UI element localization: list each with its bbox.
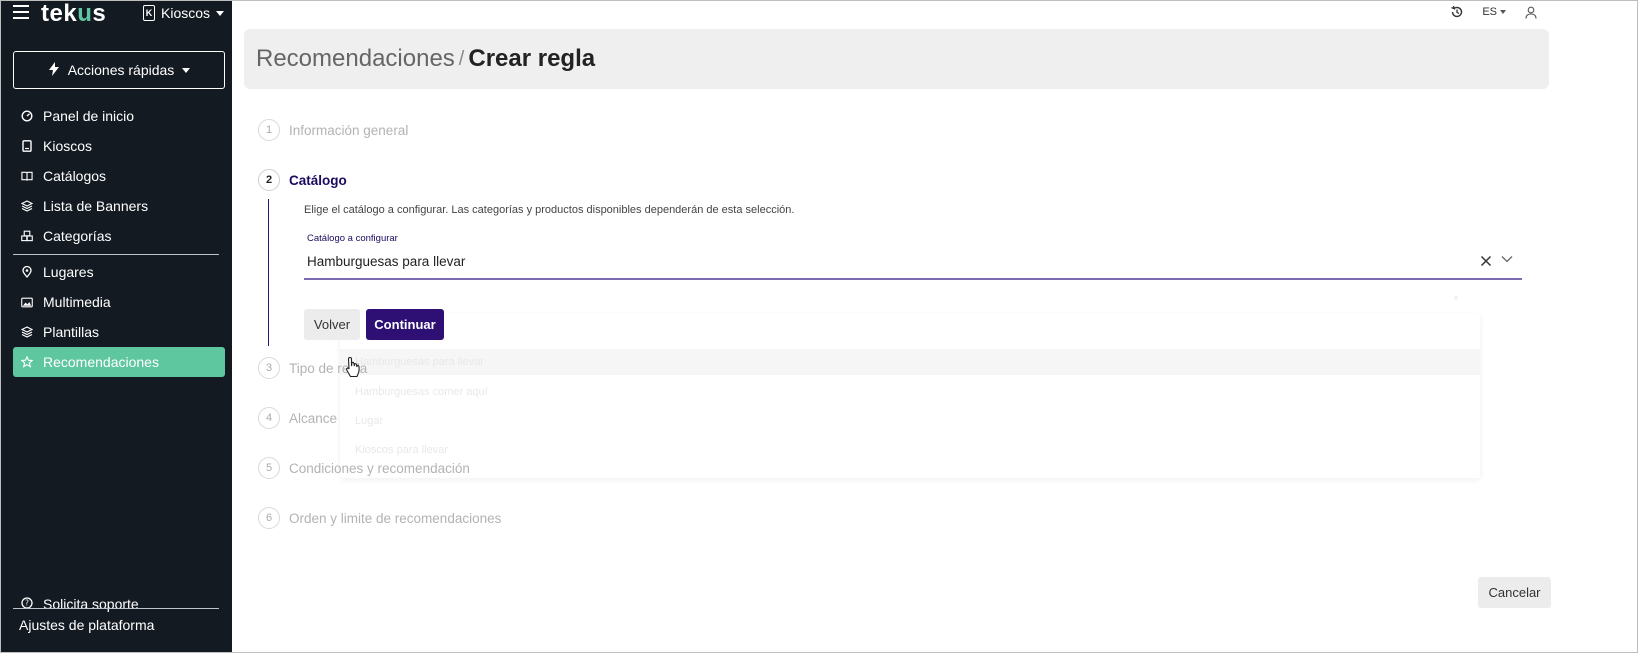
language-selector[interactable]: ES — [1482, 6, 1506, 18]
sidebar-item-banners[interactable]: Lista de Banners — [13, 191, 225, 221]
step-number: 4 — [258, 407, 280, 429]
step-label: Catálogo — [289, 172, 347, 188]
caret-down-icon — [216, 10, 225, 16]
catalog-select-underline — [304, 278, 1522, 280]
quick-actions-button[interactable]: Acciones rápidas — [13, 51, 225, 89]
step-number: 1 — [258, 119, 280, 141]
book-icon — [21, 170, 33, 182]
kiosk-selector[interactable]: K Kioscos — [143, 5, 225, 21]
sidebar-item-recomendaciones[interactable]: Recomendaciones — [13, 347, 225, 377]
layers-icon — [21, 326, 33, 338]
platform-settings-link[interactable]: Ajustes de plataforma — [19, 617, 154, 633]
logo[interactable]: tekus — [41, 0, 106, 28]
caret-down-icon — [1500, 10, 1506, 14]
history-icon[interactable] — [1450, 5, 1464, 19]
sidebar-item-label: Plantillas — [43, 324, 100, 340]
sidebar-item-categorias[interactable]: Categorías — [13, 221, 225, 251]
step-number: 6 — [258, 507, 280, 529]
step-label: Alcance — [289, 410, 338, 426]
star-icon — [21, 356, 33, 368]
quick-actions-label: Acciones rápidas — [67, 62, 175, 78]
close-icon: × — [1453, 293, 1459, 304]
dropdown-option: Kioscos para llevar — [355, 444, 448, 456]
sidebar-item-lugares[interactable]: Lugares — [13, 257, 225, 287]
caret-down-icon — [182, 67, 191, 73]
dropdown-highlight-fading — [340, 349, 1480, 375]
kiosk-icon: K — [143, 5, 155, 21]
lightning-icon — [48, 61, 60, 79]
cancel-button[interactable]: Cancelar — [1478, 577, 1551, 608]
step-label: Condiciones y recomendación — [289, 460, 470, 476]
support-label: Solicita soporte — [43, 596, 139, 612]
layers-icon — [21, 200, 33, 212]
dropdown-option: Hamburguesas para llevar — [355, 356, 485, 368]
sidebar-item-multimedia[interactable]: Multimedia — [13, 287, 225, 317]
sidebar-item-catalogos[interactable]: Catálogos — [13, 161, 225, 191]
step-connector — [268, 199, 269, 346]
step-number: 3 — [258, 357, 280, 379]
kiosk-selector-label: Kioscos — [161, 5, 211, 21]
hand-cursor-icon — [344, 356, 362, 378]
step-6[interactable]: 6 Orden y limite de recomendaciones — [258, 507, 501, 529]
sidebar-item-plantillas[interactable]: Plantillas — [13, 317, 225, 347]
continue-button[interactable]: Continuar — [366, 309, 444, 340]
boxes-icon — [21, 230, 33, 242]
step-description: Elige el catálogo a configurar. Las cate… — [304, 204, 795, 216]
sidebar-item-label: Kioscos — [43, 138, 93, 154]
sidebar-header: tekus K Kioscos — [1, 0, 232, 29]
sidebar-item-label: Catálogos — [43, 168, 107, 184]
top-toolbar: ES — [1450, 5, 1538, 19]
step-label: Información general — [289, 122, 409, 138]
step-label: Orden y limite de recomendaciones — [289, 510, 502, 526]
user-icon[interactable] — [1524, 5, 1538, 19]
help-icon: ? — [21, 596, 33, 612]
catalog-field-label: Catálogo a configurar — [307, 233, 398, 244]
breadcrumb-separator: / — [458, 47, 465, 70]
sidebar-item-label: Lugares — [43, 264, 94, 280]
dropdown-option: Hamburguesas comer aquí — [355, 386, 488, 398]
sidebar-item-panel[interactable]: Panel de inicio — [13, 101, 225, 131]
menu-icon[interactable] — [13, 5, 29, 21]
kiosk-icon — [21, 140, 33, 152]
dropdown-option: Lugar — [355, 415, 384, 427]
step-5[interactable]: 5 Condiciones y recomendación — [258, 457, 470, 479]
page-header: Recomendaciones / Crear regla — [244, 29, 1549, 89]
sidebar-nav: Panel de inicio Kioscos Catálogos Lista … — [13, 101, 225, 377]
sidebar-item-label: Multimedia — [43, 294, 111, 310]
breadcrumb-parent[interactable]: Recomendaciones — [256, 45, 455, 73]
image-icon — [21, 296, 33, 308]
svg-text:?: ? — [25, 599, 29, 608]
language-label: ES — [1482, 6, 1497, 18]
back-button[interactable]: Volver — [304, 309, 360, 340]
sidebar-divider — [13, 608, 219, 609]
step-4[interactable]: 4 Alcance — [258, 407, 337, 429]
catalog-select[interactable]: Hamburguesas para llevar — [307, 254, 465, 269]
chevron-down-icon[interactable] — [1500, 252, 1514, 266]
step-number: 2 — [258, 169, 280, 191]
page-title: Crear regla — [468, 45, 596, 72]
location-icon — [21, 266, 33, 278]
step-number: 5 — [258, 457, 280, 479]
sidebar-item-label: Panel de inicio — [43, 108, 135, 124]
step-2[interactable]: 2 Catálogo — [258, 169, 347, 191]
dropdown-panel-fading — [340, 313, 1480, 478]
sidebar-item-label: Lista de Banners — [43, 198, 149, 214]
sidebar-divider — [13, 254, 219, 255]
sidebar-item-kioscos[interactable]: Kioscos — [13, 131, 225, 161]
clear-icon[interactable] — [1479, 253, 1493, 269]
dashboard-icon — [21, 110, 33, 122]
step-1[interactable]: 1 Información general — [258, 119, 408, 141]
sidebar: tekus K Kioscos Acciones rápidas Panel d… — [1, 0, 232, 652]
sidebar-item-label: Recomendaciones — [43, 354, 159, 370]
support-link[interactable]: ? Solicita soporte — [13, 589, 225, 619]
sidebar-item-label: Categorías — [43, 228, 112, 244]
